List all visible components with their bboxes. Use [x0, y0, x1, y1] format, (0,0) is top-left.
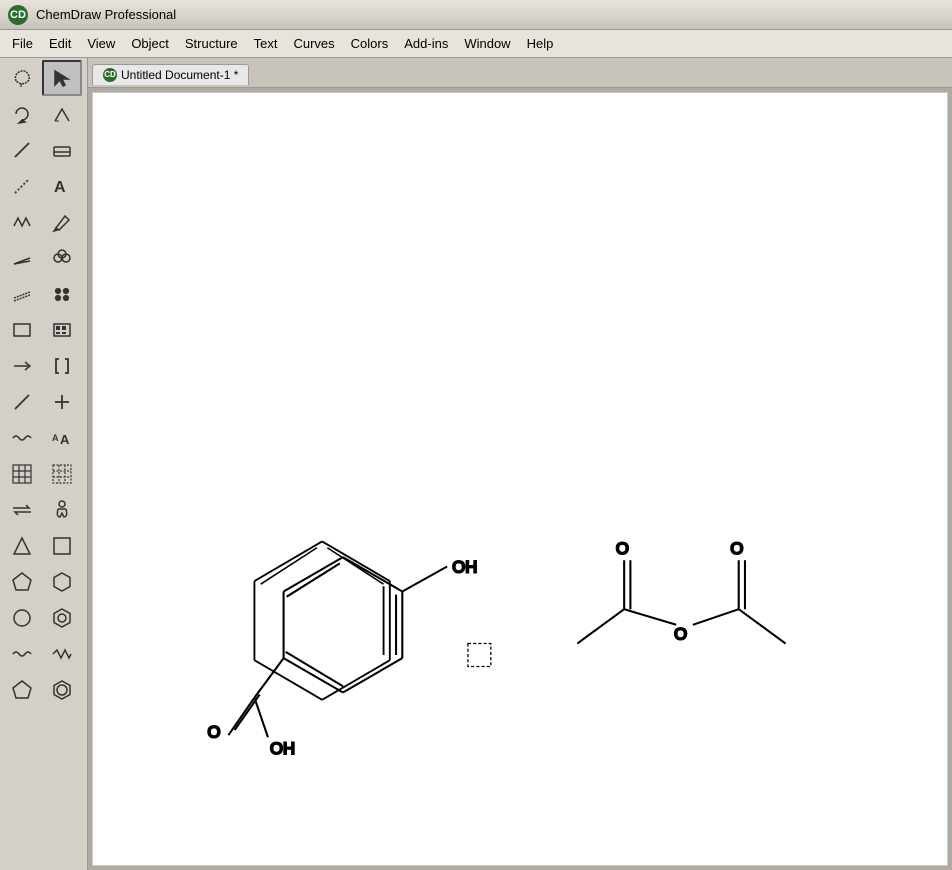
tool-row-18	[2, 672, 85, 708]
title-bar: CD ChemDraw Professional	[0, 0, 952, 30]
reaction-arrow-tool[interactable]	[2, 492, 42, 528]
svg-text:A: A	[54, 179, 66, 196]
app-title: ChemDraw Professional	[36, 7, 176, 22]
toolbar: A	[0, 58, 88, 870]
menu-item-add-ins[interactable]: Add-ins	[396, 34, 456, 53]
arrow-tool[interactable]	[2, 348, 42, 384]
line-tool-diag[interactable]	[2, 384, 42, 420]
acetic-anhydride: O O O	[577, 539, 785, 644]
menu-item-file[interactable]: File	[4, 34, 41, 53]
tool-row-13	[2, 492, 85, 528]
tool-row-11: A A	[2, 420, 85, 456]
dash-table-tool[interactable]	[42, 456, 82, 492]
doc-tab-title: Untitled Document-1 *	[121, 68, 238, 82]
hexagon2-tool[interactable]	[42, 600, 82, 636]
app-icon: CD	[8, 5, 28, 25]
doc-area: CD Untitled Document-1 *	[88, 58, 952, 870]
dash-bond-tool[interactable]	[2, 168, 42, 204]
main-layout: A	[0, 58, 952, 870]
doc-tab-icon: CD	[103, 68, 117, 82]
tool-row-4: A	[2, 168, 85, 204]
orbital-tool[interactable]	[42, 240, 82, 276]
tool-row-7	[2, 276, 85, 312]
plus-tool[interactable]	[42, 384, 82, 420]
o-label-right: O	[730, 539, 743, 558]
menu-item-help[interactable]: Help	[519, 34, 562, 53]
square-tool[interactable]	[42, 528, 82, 564]
pentagon-tool[interactable]	[2, 564, 42, 600]
tool-row-10	[2, 384, 85, 420]
rotate-tool[interactable]	[2, 96, 42, 132]
wavy-line-tool[interactable]	[2, 420, 42, 456]
tool-row-5	[2, 204, 85, 240]
o-bridge-label: O	[674, 624, 687, 643]
zigzag-tool[interactable]	[42, 636, 82, 672]
menu-item-text[interactable]: Text	[246, 34, 286, 53]
molecule-canvas: OH OH O	[93, 93, 947, 865]
rectangle-outline-tool[interactable]	[2, 312, 42, 348]
resize-text-tool[interactable]: A A	[42, 420, 82, 456]
tool-row-3	[2, 132, 85, 168]
tool-row-6	[2, 240, 85, 276]
menu-item-view[interactable]: View	[79, 34, 123, 53]
figure-tool[interactable]	[42, 492, 82, 528]
menu-bar: FileEditViewObjectStructureTextCurvesCol…	[0, 30, 952, 58]
svg-text:A: A	[52, 433, 59, 443]
select-tool[interactable]	[42, 60, 82, 96]
bracket-tool[interactable]	[42, 348, 82, 384]
svg-text:A: A	[60, 432, 70, 447]
tool-row-15	[2, 564, 85, 600]
tab-bar: CD Untitled Document-1 *	[88, 58, 952, 88]
tool-row-2	[2, 96, 85, 132]
lasso-tool[interactable]	[2, 60, 42, 96]
pentagon2-tool[interactable]	[2, 672, 42, 708]
tool-row-8	[2, 312, 85, 348]
benzene-tool[interactable]	[42, 672, 82, 708]
tool-row-16	[2, 600, 85, 636]
o-label-left: O	[616, 539, 629, 558]
selection-cursor	[468, 644, 491, 667]
pen-tool[interactable]	[42, 204, 82, 240]
circle-tool[interactable]	[2, 600, 42, 636]
tool-row-1	[2, 60, 85, 96]
text-tool[interactable]: A	[42, 168, 82, 204]
hexagon-tool[interactable]	[42, 564, 82, 600]
dashed-wedge-tool[interactable]	[2, 276, 42, 312]
o-label: O	[208, 722, 221, 741]
menu-item-curves[interactable]: Curves	[285, 34, 342, 53]
menu-item-colors[interactable]: Colors	[343, 34, 397, 53]
oh-label-bottom: OH	[270, 739, 295, 758]
bond-tool[interactable]	[2, 132, 42, 168]
salicylic-acid-molecule: OH OH O	[208, 557, 478, 758]
wave-bond-tool[interactable]	[2, 636, 42, 672]
tool-row-17	[2, 636, 85, 672]
tool-row-9	[2, 348, 85, 384]
tool-row-14	[2, 528, 85, 564]
menu-item-edit[interactable]: Edit	[41, 34, 79, 53]
oh-label-top: OH	[452, 558, 477, 577]
doc-tab[interactable]: CD Untitled Document-1 *	[92, 64, 249, 85]
canvas-area[interactable]: OH OH O	[92, 92, 948, 866]
electron-tool[interactable]	[42, 276, 82, 312]
rectangle-filled-tool[interactable]	[42, 312, 82, 348]
table-tool[interactable]	[2, 456, 42, 492]
eraser-tool[interactable]	[42, 132, 82, 168]
triangle-tool[interactable]	[2, 528, 42, 564]
menu-item-structure[interactable]: Structure	[177, 34, 246, 53]
bond-angle-tool[interactable]	[42, 96, 82, 132]
chain-tool[interactable]	[2, 204, 42, 240]
tool-row-12	[2, 456, 85, 492]
menu-item-window[interactable]: Window	[456, 34, 518, 53]
menu-item-object[interactable]: Object	[123, 34, 177, 53]
wedge-tool[interactable]	[2, 240, 42, 276]
